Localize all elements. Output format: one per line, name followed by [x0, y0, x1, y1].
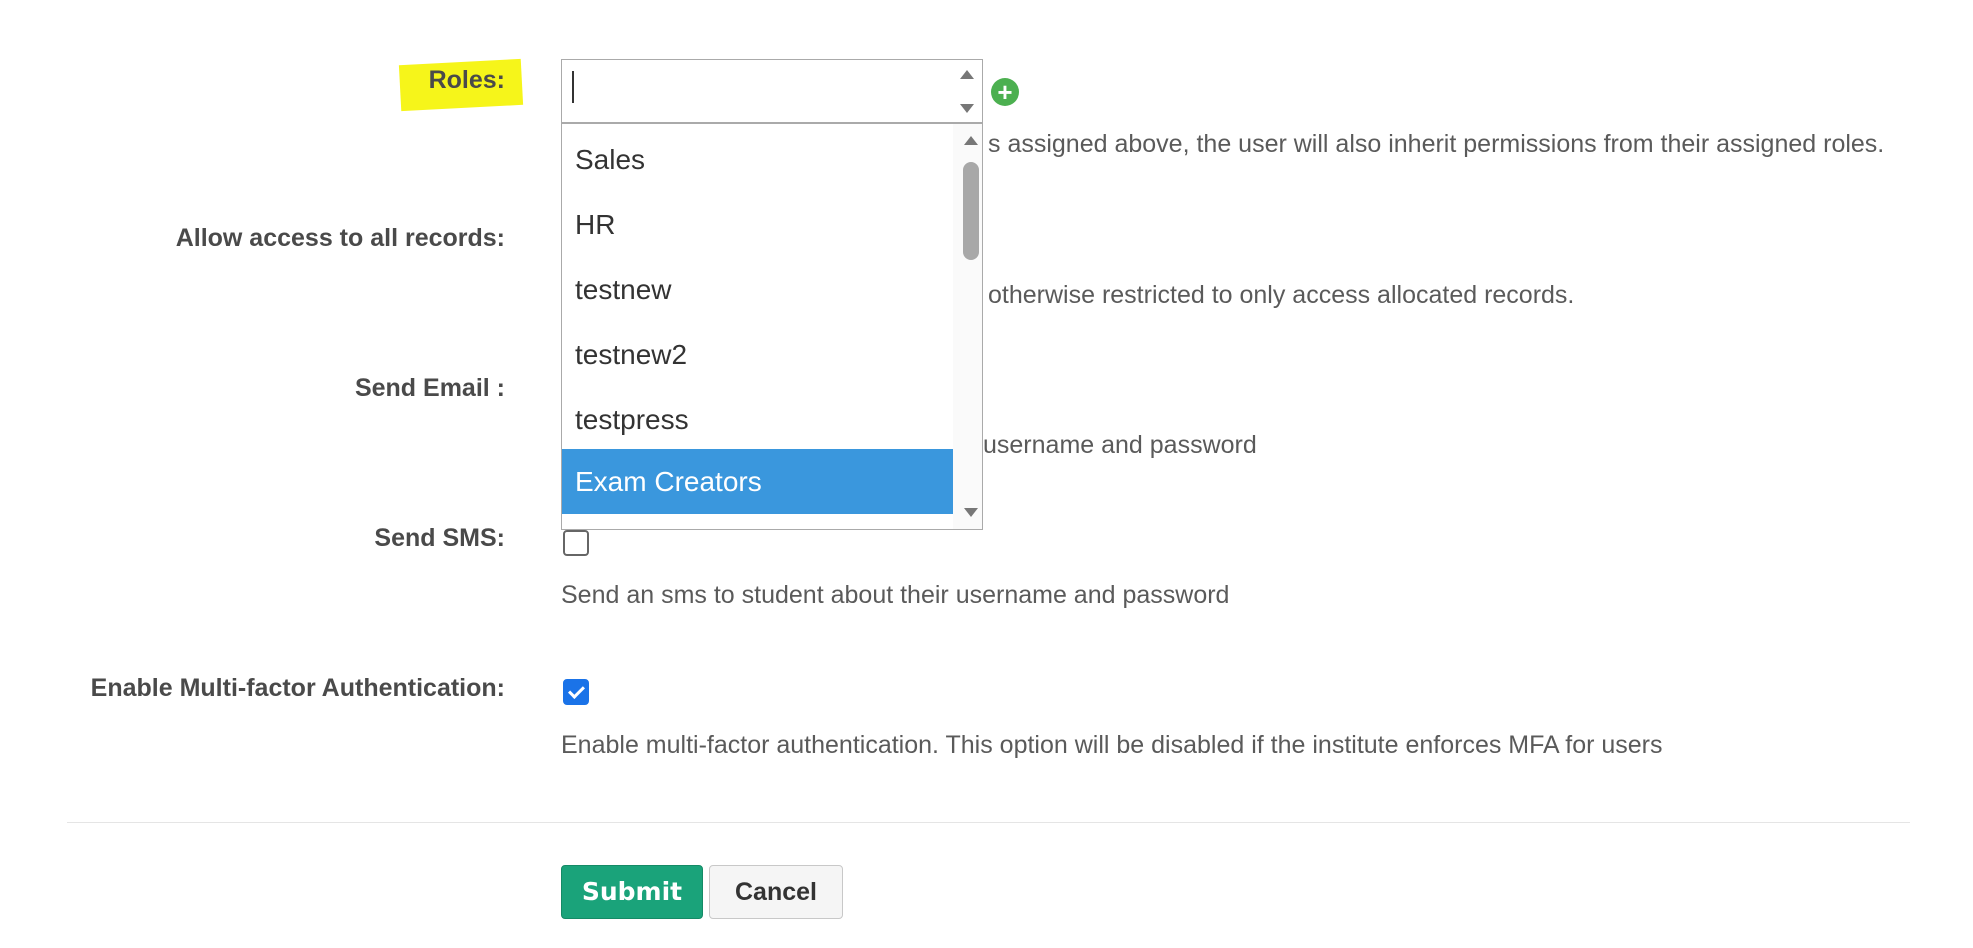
- scroll-down-arrow-icon[interactable]: [964, 508, 978, 517]
- dropdown-scrollbar[interactable]: [953, 124, 982, 529]
- role-option[interactable]: testpress: [562, 387, 954, 452]
- roles-help-text: s assigned above, the user will also inh…: [988, 130, 1885, 158]
- plus-circle-icon[interactable]: +: [991, 78, 1019, 106]
- allow-all-records-label: Allow access to all records:: [175, 224, 505, 252]
- role-option[interactable]: HR: [562, 192, 954, 257]
- role-option[interactable]: Sales: [562, 127, 954, 192]
- allow-all-records-help-text: otherwise restricted to only access allo…: [988, 281, 1575, 309]
- mfa-help-text: Enable multi-factor authentication. This…: [561, 731, 1663, 759]
- mfa-label: Enable Multi-factor Authentication:: [90, 674, 505, 702]
- scroll-up-arrow-icon[interactable]: [964, 136, 978, 145]
- cancel-button[interactable]: Cancel: [709, 865, 843, 919]
- send-sms-help-text: Send an sms to student about their usern…: [561, 581, 1230, 609]
- role-option-highlighted[interactable]: Exam Creators: [562, 449, 954, 514]
- form-divider: [67, 822, 1910, 823]
- send-sms-checkbox[interactable]: [563, 530, 589, 556]
- text-cursor: [572, 71, 574, 103]
- send-email-help-text: username and password: [983, 431, 1257, 459]
- mfa-checkbox[interactable]: [563, 679, 589, 705]
- role-option[interactable]: testnew2: [562, 322, 954, 387]
- role-option[interactable]: testnew: [562, 257, 954, 322]
- roles-select-input[interactable]: [561, 59, 983, 123]
- spin-down-arrow-icon[interactable]: [960, 104, 974, 113]
- roles-dropdown-list[interactable]: Sales HR testnew testnew2 testpress Exam…: [561, 123, 983, 530]
- spin-up-arrow-icon[interactable]: [960, 70, 974, 79]
- submit-button[interactable]: Submit: [561, 865, 703, 919]
- scrollbar-thumb[interactable]: [963, 162, 979, 260]
- roles-label: Roles:: [428, 66, 505, 94]
- send-sms-label: Send SMS:: [374, 524, 505, 552]
- send-email-label: Send Email :: [354, 374, 505, 402]
